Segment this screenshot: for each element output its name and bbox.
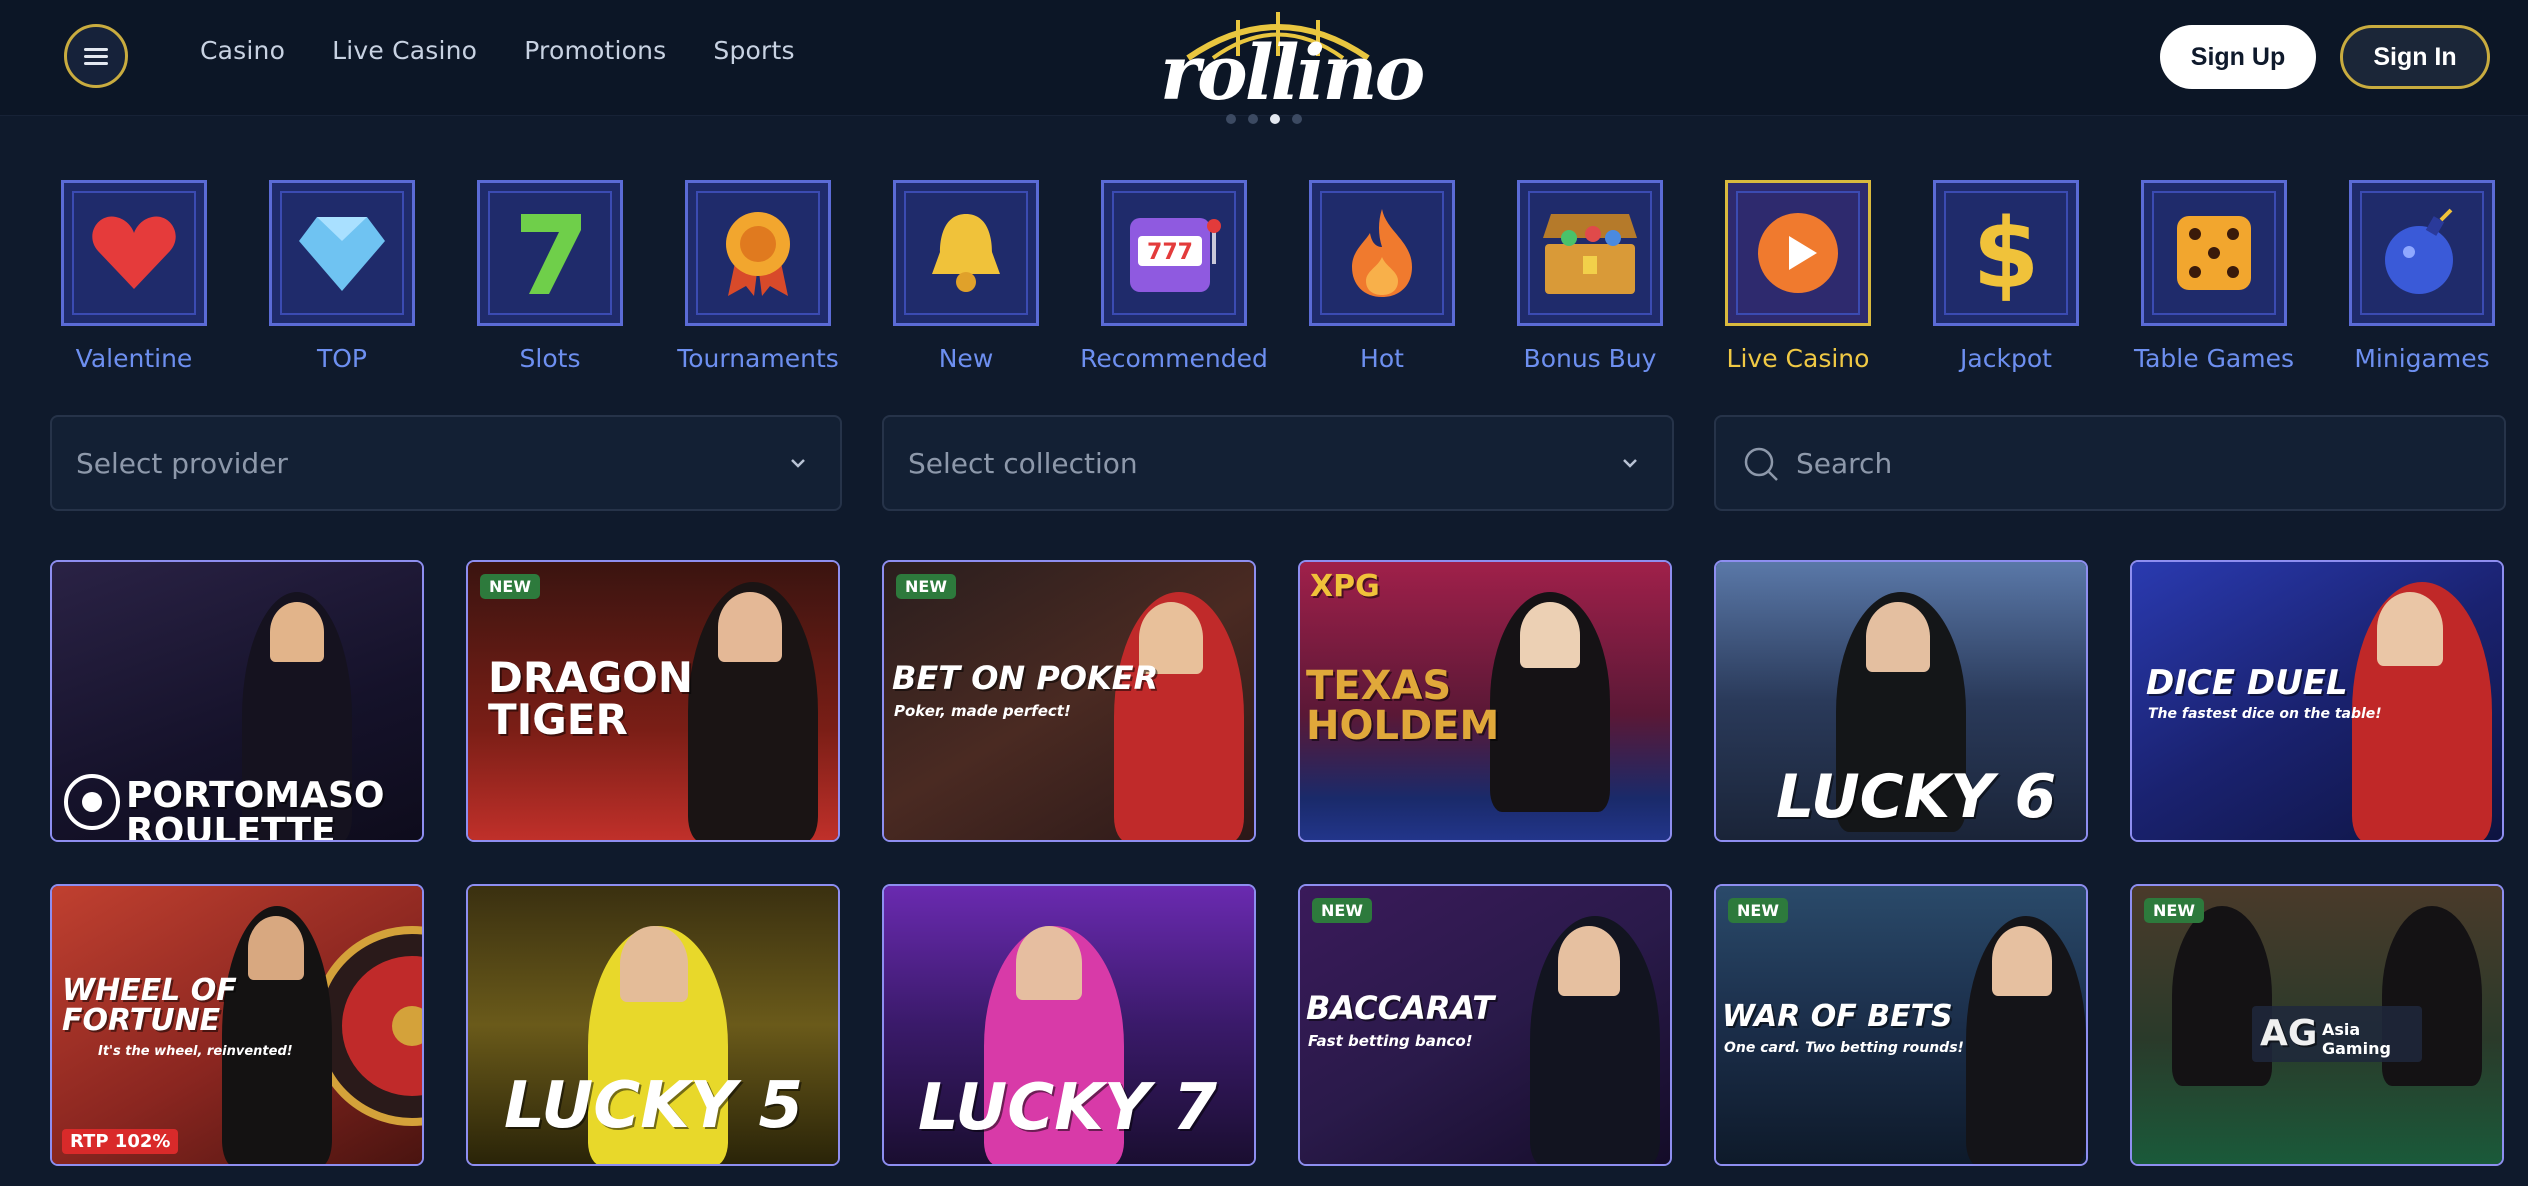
game-card-lucky-6[interactable]: LUCKY 6 (1714, 560, 2088, 842)
sign-up-button[interactable]: Sign Up (2160, 25, 2316, 89)
chevron-down-icon (791, 459, 805, 468)
game-card-baccarat[interactable]: BACCARAT Fast betting banco! NEW (1298, 884, 1672, 1166)
nav-sports[interactable]: Sports (713, 36, 794, 65)
dollar-icon: $ (1973, 205, 2040, 301)
hamburger-icon (84, 44, 108, 69)
play-icon (1758, 213, 1838, 293)
game-card-dice-duel[interactable]: DICE DUEL The fastest dice on the table! (2130, 560, 2504, 842)
nav-live-casino[interactable]: Live Casino (332, 36, 477, 65)
carousel-dot[interactable] (1292, 114, 1302, 124)
new-badge: NEW (1728, 898, 1788, 923)
logo[interactable]: rollino (1158, 6, 1425, 117)
collection-select[interactable]: Select collection (882, 415, 1674, 511)
provider-select[interactable]: Select provider (50, 415, 842, 511)
flame-icon (1352, 209, 1412, 297)
search-icon (1744, 447, 1778, 481)
game-card-wheel-of-fortune[interactable]: WHEEL OF FORTUNE It's the wheel, reinven… (50, 884, 424, 1166)
seven-icon (521, 214, 581, 294)
new-badge: NEW (1312, 898, 1372, 923)
svg-text:$: $ (1973, 205, 2040, 301)
dice-icon (2177, 216, 2251, 290)
category-minigames[interactable]: Minigames (2322, 180, 2522, 373)
svg-text:777: 777 (1147, 240, 1193, 265)
header: Casino Live Casino Promotions Sports rol… (0, 0, 2528, 117)
diamond-icon (299, 217, 385, 291)
carousel-dots[interactable] (1226, 114, 1302, 124)
category-slots[interactable]: Slots (450, 180, 650, 373)
new-badge: NEW (2144, 898, 2204, 923)
carousel-dot[interactable] (1248, 114, 1258, 124)
logo-text: rollino (1160, 28, 1425, 117)
game-card-lucky-5[interactable]: LUCKY 5 (466, 884, 840, 1166)
medal-icon (726, 212, 790, 296)
category-recommended[interactable]: 777 Recommended (1074, 180, 1274, 373)
category-hot[interactable]: Hot (1282, 180, 1482, 373)
game-card-bet-on-poker[interactable]: BET ON POKER Poker, made perfect! NEW (882, 560, 1256, 842)
bomb-icon (2385, 208, 2453, 294)
chevron-down-icon (1623, 459, 1637, 468)
category-jackpot[interactable]: $ Jackpot (1906, 180, 2106, 373)
game-card-dragon-tiger[interactable]: DRAGON TIGER NEW (466, 560, 840, 842)
menu-button[interactable] (64, 24, 128, 88)
game-card-asia-gaming[interactable]: AG Asia Gaming NEW (2130, 884, 2504, 1166)
category-top[interactable]: TOP (242, 180, 442, 373)
game-card-lucky-7[interactable]: LUCKY 7 (882, 884, 1256, 1166)
carousel-dot[interactable] (1226, 114, 1236, 124)
nav-casino[interactable]: Casino (200, 36, 285, 65)
slot-machine-icon: 777 (1130, 218, 1221, 292)
category-live-casino[interactable]: Live Casino (1698, 180, 1898, 373)
new-badge: NEW (896, 574, 956, 599)
game-card-portomaso-roulette[interactable]: PORTOMASO ROULETTE (50, 560, 424, 842)
main-nav: Casino Live Casino Promotions Sports (200, 36, 842, 65)
game-card-war-of-bets[interactable]: WAR OF BETS One card. Two betting rounds… (1714, 884, 2088, 1166)
new-badge: NEW (480, 574, 540, 599)
category-bonus-buy[interactable]: Bonus Buy (1490, 180, 1690, 373)
heart-icon (92, 216, 176, 289)
game-card-texas-holdem[interactable]: XPG TEXAS HOLDEM (1298, 560, 1672, 842)
category-valentine[interactable]: Valentine (34, 180, 234, 373)
sign-in-button[interactable]: Sign In (2340, 25, 2490, 89)
category-table-games[interactable]: Table Games (2114, 180, 2314, 373)
roulette-wheel-icon (64, 774, 120, 830)
carousel-dot-active[interactable] (1270, 114, 1280, 124)
asia-gaming-logo: AG Asia Gaming (2252, 1006, 2422, 1062)
category-new[interactable]: New (866, 180, 1066, 373)
nav-promotions[interactable]: Promotions (524, 36, 666, 65)
treasure-chest-icon (1543, 214, 1637, 294)
search-input[interactable]: Search (1714, 415, 2506, 511)
category-tournaments[interactable]: Tournaments (658, 180, 858, 373)
rtp-badge: RTP 102% (62, 1129, 179, 1154)
category-bar: Valentine TOP Slots Tournaments New 777 … (0, 180, 2528, 380)
bell-icon (932, 214, 1000, 292)
